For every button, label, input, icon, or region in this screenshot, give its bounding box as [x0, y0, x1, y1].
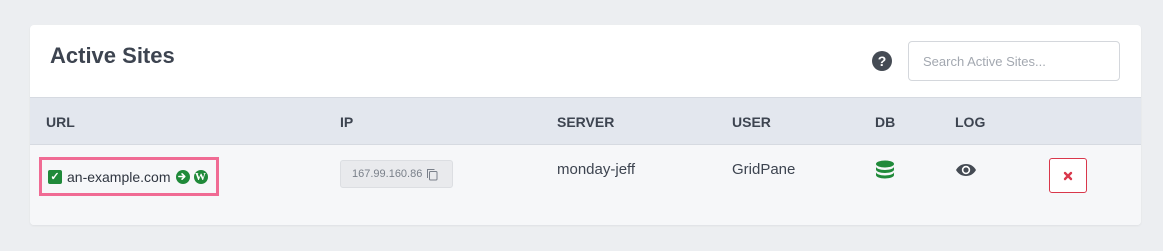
column-header-server: SERVER — [557, 114, 615, 130]
database-icon[interactable] — [875, 160, 895, 187]
url-cell-highlighted: ✓ an-example.com W — [39, 157, 219, 196]
search-input[interactable] — [908, 41, 1120, 81]
eye-icon[interactable] — [955, 163, 977, 182]
site-url-link[interactable]: an-example.com — [67, 169, 171, 185]
user-name: GridPane — [732, 161, 796, 178]
column-header-url: URL — [46, 114, 75, 130]
panel-header: Active Sites ? — [30, 25, 1141, 97]
ip-address-text: 167.99.160.86 — [352, 168, 423, 180]
ip-address-field[interactable]: 167.99.160.86 — [340, 160, 453, 188]
panel-title: Active Sites — [50, 43, 175, 68]
delete-site-button[interactable] — [1049, 158, 1087, 193]
column-header-ip: IP — [340, 114, 354, 130]
column-header-log: LOG — [955, 114, 986, 130]
active-sites-panel: Active Sites ? URL IP SERVER USER DB LOG… — [30, 25, 1141, 225]
server-name[interactable]: monday-jeff — [557, 161, 635, 178]
table-header: URL IP SERVER USER DB LOG — [30, 97, 1141, 145]
close-icon — [1063, 171, 1073, 180]
ssl-check-icon: ✓ — [48, 169, 62, 184]
copy-icon[interactable] — [426, 168, 438, 181]
help-icon[interactable]: ? — [872, 51, 892, 71]
wordpress-icon[interactable]: W — [193, 169, 208, 184]
column-header-user: USER — [732, 114, 771, 130]
column-header-db: DB — [875, 114, 896, 130]
arrow-right-circle-icon[interactable] — [175, 169, 190, 184]
table-row: ✓ an-example.com W 167.99.160.86 monday-… — [30, 145, 1141, 225]
